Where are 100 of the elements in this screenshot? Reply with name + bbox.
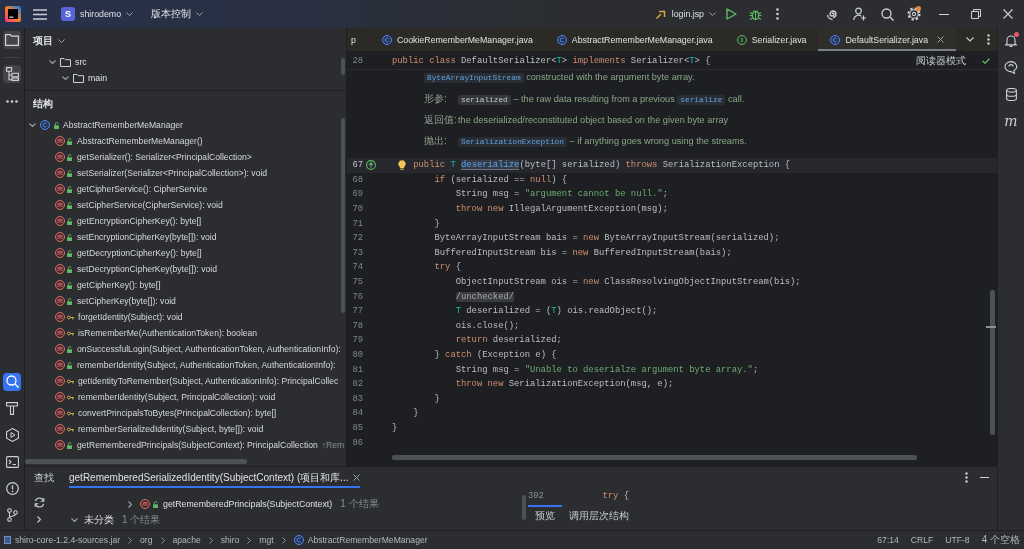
editor-tab[interactable]: CookieRememberMeManager.java (369, 28, 545, 51)
line-number: 80 (351, 350, 363, 360)
structure-item[interactable]: setCipherService(CipherService): void (55, 197, 223, 213)
tool-window-button[interactable]: m (1002, 112, 1020, 130)
result-item[interactable]: 未分类 1 个结果 (70, 512, 161, 528)
editor-tab[interactable]: AbstractRememberMeManager.java (544, 28, 725, 51)
lightbulb-icon[interactable] (398, 160, 406, 170)
structure-item[interactable]: getDecryptionCipherKey(): byte[] (55, 245, 202, 261)
code-line: try { (602, 491, 629, 501)
ai-chat-button[interactable] (1002, 58, 1020, 76)
scrollbar[interactable] (25, 459, 247, 464)
editor-tab[interactable]: Serializer.java (724, 28, 819, 51)
code-line: ois.close(); (455, 320, 520, 331)
scrollbar[interactable] (341, 118, 345, 313)
structure-tool-button[interactable] (3, 65, 21, 83)
scrollbar[interactable] (990, 290, 995, 435)
minimize-icon (939, 13, 949, 15)
scrollbar[interactable] (392, 455, 917, 460)
breadcrumb-item[interactable]: mgt (259, 535, 274, 545)
structure-item[interactable]: setEncryptionCipherKey(byte[]): void (55, 229, 217, 245)
structure-item[interactable]: rememberIdentity(Subject, PrincipalCollection): void (55, 389, 276, 405)
line-number: 67 (351, 160, 363, 171)
code-line: if (serialized == null) { (434, 174, 568, 185)
structure-item[interactable]: getSerializer(): Serializer<PrincipalCollection> (55, 149, 252, 165)
line-number: 86 (351, 437, 363, 448)
code-line: try { (434, 262, 461, 273)
line-number: 76 (351, 291, 363, 302)
preview-tab[interactable]: 调用层次结构 (562, 505, 636, 527)
method-icon (55, 168, 65, 178)
editor-tab[interactable]: DefaultSerializer.java (818, 28, 957, 51)
structure-item[interactable]: onSuccessfulLogin(Subject, AuthenticationToken, AuthenticationInfo): (55, 341, 341, 357)
find-results-tab[interactable]: getRememberedSerializedIdentity(SubjectContext) (项目和库... (69, 467, 360, 488)
find-tool-button[interactable] (3, 372, 21, 391)
method-icon (55, 184, 65, 194)
structure-item[interactable]: AbstractRememberMeManager (28, 117, 183, 133)
chevron-down-icon[interactable] (28, 123, 36, 127)
structure-item[interactable]: forgetIdentity(Subject): void (55, 309, 183, 325)
code-line: String msg = "Unable to deserialze argument byte array."; (455, 364, 759, 375)
code-line: throw new SerializationException(msg, e); (455, 379, 674, 390)
chevron-down-icon[interactable] (48, 60, 56, 64)
structure-item[interactable]: setCipherKey(byte[]): void (55, 293, 176, 309)
chevron-down-icon (196, 12, 204, 16)
line-separator[interactable]: CRLF (910, 535, 934, 545)
run-config-selector[interactable]: login.jsp (652, 3, 719, 25)
database-icon (1005, 87, 1017, 101)
breadcrumb-item[interactable]: apache (172, 535, 201, 545)
structure-item[interactable]: convertPrincipalsToBytes(PrincipalCollection): byte[] (55, 405, 277, 421)
tree-item[interactable]: main (61, 70, 108, 86)
close-icon[interactable] (352, 474, 360, 481)
method-icon (55, 392, 65, 402)
app-logo-icon[interactable] (5, 6, 21, 22)
services-tool-button[interactable] (3, 425, 21, 444)
structure-item[interactable]: getRememberedPrincipals(SubjectContext): PrincipalCollection ↑Rem (55, 437, 345, 453)
structure-item[interactable]: setSerializer(Serializer<PrincipalCollection>): void (55, 165, 268, 181)
close-icon[interactable] (937, 36, 945, 43)
code-line: } (434, 393, 440, 404)
up-arrow-circle-icon[interactable] (366, 160, 376, 171)
refresh-icon (33, 497, 45, 508)
method-icon (55, 280, 65, 290)
chevron-down-icon[interactable] (70, 518, 78, 522)
project-view-selector[interactable]: 项目 (33, 34, 65, 48)
reader-mode-button[interactable]: 阅读器模式 (916, 53, 966, 68)
vcs-menu[interactable]: 版本控制 (148, 3, 207, 25)
chevron-down-icon[interactable] (61, 76, 69, 80)
class-icon (40, 120, 50, 130)
build-tool-button[interactable] (3, 399, 21, 418)
file-encoding[interactable]: UTF-8 (945, 535, 970, 545)
structure-item[interactable]: setDecryptionCipherKey(byte[]): void (55, 261, 217, 277)
scrollbar[interactable] (522, 495, 526, 520)
project-switcher[interactable]: S shirodemo (58, 3, 137, 25)
structure-item[interactable]: AbstractRememberMeManager() (55, 133, 203, 149)
preview-tab[interactable]: 预览 (528, 505, 562, 527)
more-vertical-icon (775, 8, 779, 20)
method-icon (55, 152, 65, 162)
tree-item[interactable]: src (48, 54, 87, 70)
code-line: throw new IllegalArgumentException(msg); (455, 204, 668, 215)
structure-item[interactable]: getCipherKey(): byte[] (55, 277, 161, 293)
structure-item[interactable]: getEncryptionCipherKey(): byte[] (55, 213, 202, 229)
breadcrumb-item[interactable]: org (140, 535, 153, 545)
structure-item[interactable]: getCipherService(): CipherService (55, 181, 208, 197)
breadcrumb-item[interactable]: AbstractRememberMeManager (293, 535, 428, 545)
structure-item[interactable]: getIdentityToRemember(Subject, AuthenticationInfo): PrincipalCollec (55, 373, 339, 389)
structure-item[interactable]: rememberSerializedIdentity(Subject, byte[]): void (55, 421, 264, 437)
structure-item[interactable]: isRememberMe(AuthenticationToken): boolean (55, 325, 258, 341)
indent-setting[interactable]: 4 个空格 (981, 533, 1020, 547)
project-badge: S (61, 7, 75, 21)
breadcrumb-item[interactable]: shiro-core-1.2.4-sources.jar (4, 535, 121, 545)
project-tool-button[interactable] (3, 31, 21, 49)
menu-icon (33, 8, 47, 20)
panel-title: 查找 (34, 470, 54, 485)
close-icon (1003, 9, 1013, 19)
code-line: } catch (Exception e) { (434, 350, 557, 360)
scrollbar[interactable] (341, 58, 345, 75)
breadcrumb-item[interactable]: shiro (220, 535, 240, 545)
result-item[interactable]: getRememberedPrincipals(SubjectContext) 1 个结果 (126, 496, 379, 512)
chevron-right-icon[interactable] (128, 500, 132, 508)
editor-tab[interactable]: p (347, 28, 370, 51)
structure-item[interactable]: rememberIdentity(Subject, AuthenticationToken, AuthenticationInfo): (55, 357, 336, 373)
problems-tool-button[interactable] (3, 479, 21, 498)
caret-position[interactable]: 67:14 (877, 535, 899, 545)
